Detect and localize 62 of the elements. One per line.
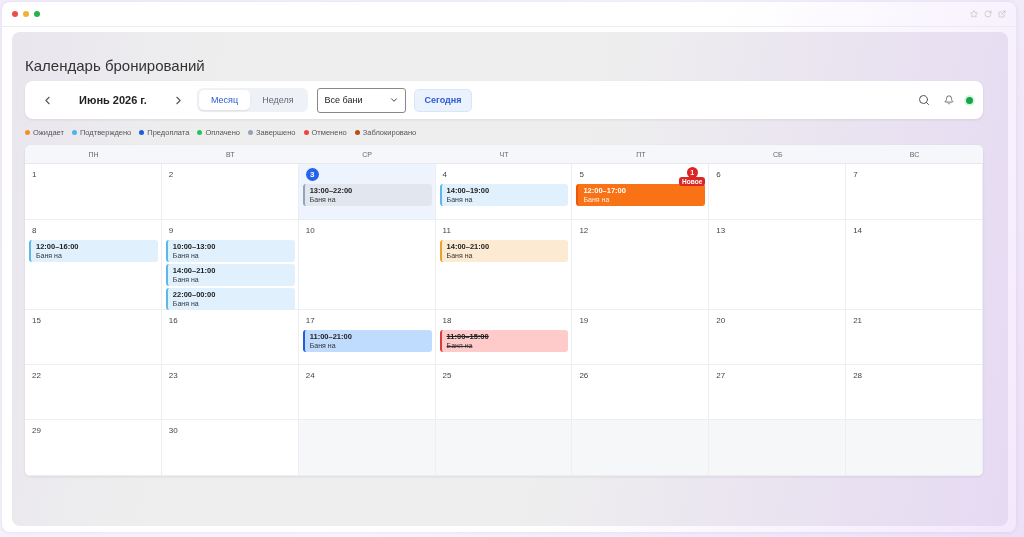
day-cell[interactable]: 23 bbox=[161, 365, 299, 420]
day-number: 10 bbox=[305, 225, 315, 237]
day-cell[interactable]: 13 bbox=[709, 220, 847, 310]
day-number: 23 bbox=[168, 370, 178, 382]
day-cell[interactable]: 10 bbox=[298, 220, 436, 310]
day-cell[interactable]: 28 bbox=[846, 365, 983, 420]
day-number: 18 bbox=[442, 315, 452, 327]
day-cell[interactable]: 7 bbox=[846, 164, 983, 220]
day-number: 14 bbox=[853, 225, 863, 237]
day-number: 19 bbox=[579, 315, 589, 327]
day-number: 20 bbox=[716, 315, 726, 327]
search-icon[interactable] bbox=[916, 92, 932, 108]
star-icon[interactable] bbox=[970, 10, 978, 18]
day-number: 29 bbox=[32, 425, 41, 437]
day-cell[interactable]: 14 bbox=[846, 220, 983, 310]
day-number: 7 bbox=[853, 169, 858, 181]
day-cell[interactable]: 1 bbox=[25, 164, 162, 220]
day-cell[interactable]: 27 bbox=[709, 365, 847, 420]
day-cell[interactable]: 24 bbox=[298, 365, 436, 420]
day-cell[interactable]: 29 bbox=[25, 420, 162, 476]
day-number: 12 bbox=[579, 225, 589, 237]
day-cell[interactable]: 20 bbox=[709, 310, 847, 365]
chevron-down-icon bbox=[388, 95, 399, 105]
page-title: Календарь бронирований bbox=[25, 56, 206, 76]
day-number: 22 bbox=[32, 370, 41, 382]
day-cell[interactable]: 30 bbox=[161, 420, 299, 476]
bath-select[interactable]: Все бани bbox=[316, 87, 406, 113]
day-number: 15 bbox=[32, 315, 41, 327]
day-cell[interactable]: 21 bbox=[846, 310, 983, 365]
day-cell[interactable]: 15 bbox=[25, 310, 162, 365]
day-number: 13 bbox=[716, 225, 726, 237]
day-number: 8 bbox=[32, 225, 37, 237]
day-cell[interactable]: 25 bbox=[435, 365, 573, 420]
day-cell[interactable]: 19 bbox=[572, 310, 710, 365]
view-tab[interactable]: Месяц bbox=[199, 90, 251, 110]
day-number: 21 bbox=[853, 315, 863, 327]
day-number: 24 bbox=[305, 370, 315, 382]
view-tab[interactable]: Неделя bbox=[250, 90, 306, 110]
day-number: 2 bbox=[168, 169, 174, 181]
day-number: 5 bbox=[579, 169, 584, 181]
day-number: 16 bbox=[168, 315, 178, 327]
day-number: 6 bbox=[716, 169, 721, 181]
day-cell[interactable]: 22 bbox=[25, 365, 162, 420]
day-number: 25 bbox=[442, 370, 452, 382]
bell-icon[interactable] bbox=[942, 93, 956, 107]
day-cell[interactable]: 2 bbox=[161, 164, 299, 220]
day-number: 3 bbox=[305, 168, 319, 181]
month-label: Июнь 2026 г. bbox=[78, 94, 148, 106]
day-number: 11 bbox=[442, 225, 451, 237]
today-button[interactable]: Сегодня bbox=[413, 88, 473, 112]
day-number: 9 bbox=[168, 225, 174, 237]
day-cell[interactable]: 6 bbox=[709, 164, 847, 220]
day-number: 4 bbox=[442, 169, 447, 181]
day-number: 30 bbox=[168, 425, 178, 437]
day-number: 27 bbox=[716, 370, 726, 382]
day-number: 17 bbox=[305, 315, 315, 327]
day-cell[interactable]: 12 bbox=[572, 220, 710, 310]
day-cell[interactable]: 26 bbox=[572, 365, 710, 420]
day-number: 1 bbox=[32, 169, 37, 181]
day-number: 28 bbox=[853, 370, 863, 382]
day-number: 26 bbox=[579, 370, 589, 382]
day-cell[interactable]: 16 bbox=[161, 310, 299, 365]
